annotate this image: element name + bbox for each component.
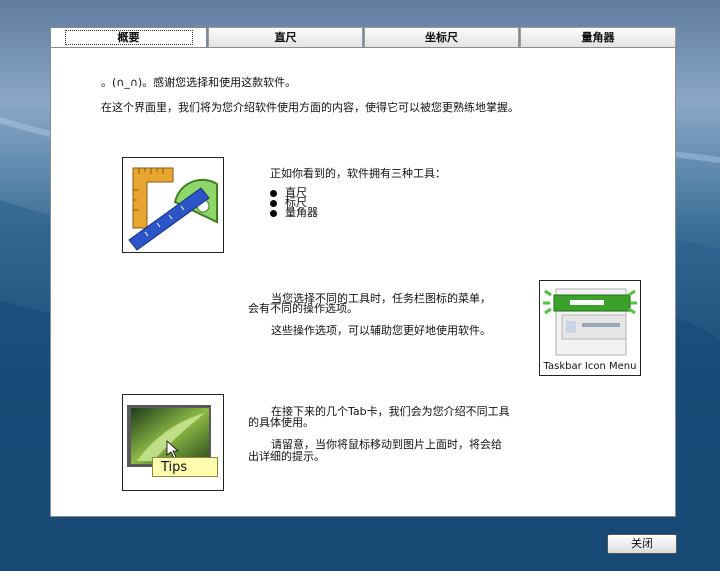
bullet-icon — [270, 189, 277, 197]
tab-protractor-label: 量角器 — [581, 31, 615, 44]
tab-coordinate-ruler[interactable]: 坐标尺 — [364, 27, 519, 48]
tab-bar: 概要 直尺 坐标尺 量角器 — [50, 27, 676, 48]
tab-overview-label: 概要 — [64, 30, 193, 45]
close-button[interactable]: 关闭 — [607, 534, 677, 554]
tools-list: 直尺 标尺 量角器 — [270, 187, 318, 219]
tips-image[interactable]: Tips — [122, 394, 224, 491]
taskbar-menu-caption: Taskbar Icon Menu — [543, 361, 637, 372]
menu-text-line-3: 这些操作选项，可以辅助您更好地使用软件。 — [271, 324, 491, 337]
tab-ruler-label: 直尺 — [274, 31, 297, 44]
tab-ruler[interactable]: 直尺 — [208, 27, 363, 48]
tools-image[interactable] — [122, 157, 224, 253]
intro-line-2: 在这个界面里，我们将为您介绍软件使用方面的内容，使得它可以被您更熟练地掌握。 — [101, 101, 519, 114]
tips-text-line-2: 的具体使用。 — [248, 416, 314, 429]
bullet-icon — [270, 209, 277, 217]
menu-text-line-2: 会有不同的操作选项。 — [248, 302, 358, 315]
tab-overview[interactable]: 概要 — [50, 27, 207, 48]
tab-coordinate-ruler-label: 坐标尺 — [425, 31, 458, 44]
intro-line-1: 。(∩_∩)。感谢您选择和使用这款软件。 — [101, 76, 297, 89]
taskbar-menu-icon — [543, 288, 637, 356]
tips-tooltip: Tips — [152, 457, 218, 477]
bullet-icon — [270, 199, 277, 207]
ruler-protractor-icon — [128, 167, 218, 251]
tools-heading: 正如你看到的，软件拥有三种工具： — [270, 167, 446, 180]
list-item: 量角器 — [270, 206, 318, 219]
tool-name: 量角器 — [285, 206, 318, 219]
tips-text-line-4: 出详细的提示。 — [248, 450, 325, 463]
taskbar-menu-image[interactable]: Taskbar Icon Menu — [539, 280, 641, 376]
tab-protractor[interactable]: 量角器 — [520, 27, 676, 48]
